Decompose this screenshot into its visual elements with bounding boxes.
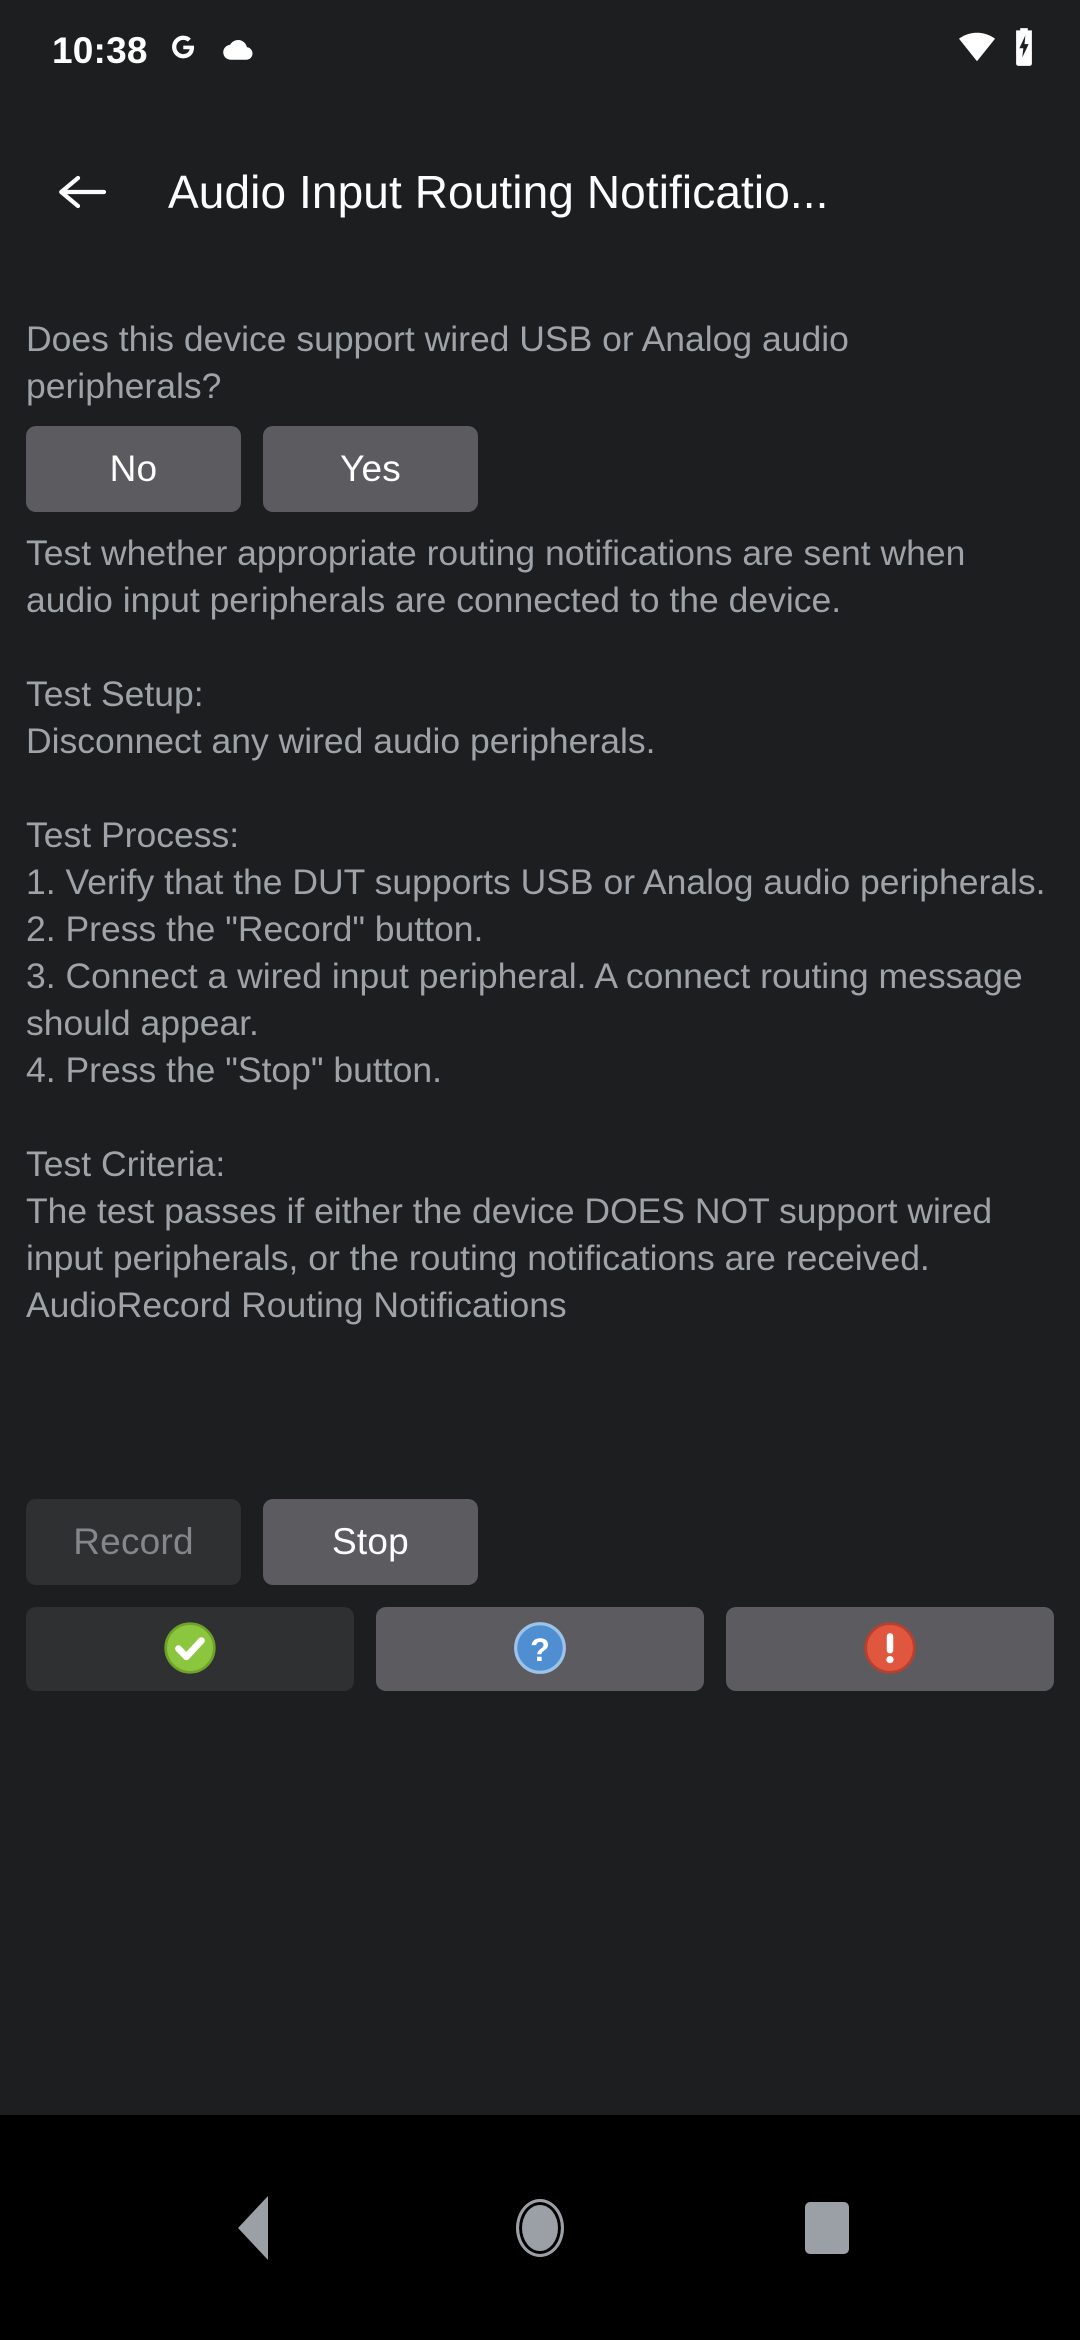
- status-bar-left: 10:38: [52, 30, 254, 69]
- home-circle-icon: [515, 2198, 564, 2257]
- answer-button-row: No Yes: [26, 426, 1054, 512]
- support-question-text: Does this device support wired USB or An…: [26, 319, 859, 406]
- fail-button[interactable]: [726, 1607, 1054, 1691]
- recents-square-icon: [804, 2201, 849, 2254]
- no-button[interactable]: No: [26, 426, 241, 512]
- back-triangle-icon: [238, 2195, 269, 2260]
- back-arrow-icon[interactable]: [48, 156, 120, 228]
- test-info-block: Test whether appropriate routing notific…: [26, 530, 1054, 1329]
- cloud-icon: [218, 32, 254, 67]
- app-bar: Audio Input Routing Notificatio...: [0, 98, 1080, 286]
- nav-back-button[interactable]: [193, 2168, 313, 2288]
- phone-screen: 10:38 Audio Input Routing Notificatio...…: [0, 0, 1080, 2340]
- nav-recents-button[interactable]: [767, 2168, 887, 2288]
- record-button[interactable]: Record: [26, 1499, 241, 1585]
- status-bar: 10:38: [0, 0, 1080, 98]
- test-instructions-text: Test Setup: Disconnect any wired audio p…: [26, 674, 1046, 1278]
- page-title: Audio Input Routing Notificatio...: [168, 166, 829, 218]
- fail-exclamation-icon: [863, 1621, 917, 1678]
- battery-charging-icon: [1012, 27, 1036, 71]
- pass-check-icon: [163, 1621, 217, 1678]
- status-bar-right: [958, 27, 1036, 71]
- stop-button[interactable]: Stop: [263, 1499, 478, 1585]
- transport-button-row: Record Stop: [26, 1499, 1054, 1585]
- info-question-icon: ?: [513, 1621, 567, 1678]
- test-status-text: AudioRecord Routing Notifications: [26, 1285, 567, 1325]
- info-button[interactable]: ?: [376, 1607, 704, 1691]
- wifi-icon: [958, 32, 996, 67]
- pass-button[interactable]: [26, 1607, 354, 1691]
- nav-home-button[interactable]: [480, 2168, 600, 2288]
- navigation-bar: [0, 2115, 1080, 2340]
- yes-button[interactable]: Yes: [263, 426, 478, 512]
- svg-text:?: ?: [530, 1631, 550, 1667]
- test-content: Does this device support wired USB or An…: [0, 286, 1080, 2115]
- google-g-icon: [166, 30, 200, 69]
- verdict-button-row: ?: [26, 1607, 1054, 1691]
- status-clock: 10:38: [52, 29, 148, 71]
- test-description-text: Test whether appropriate routing notific…: [26, 533, 976, 620]
